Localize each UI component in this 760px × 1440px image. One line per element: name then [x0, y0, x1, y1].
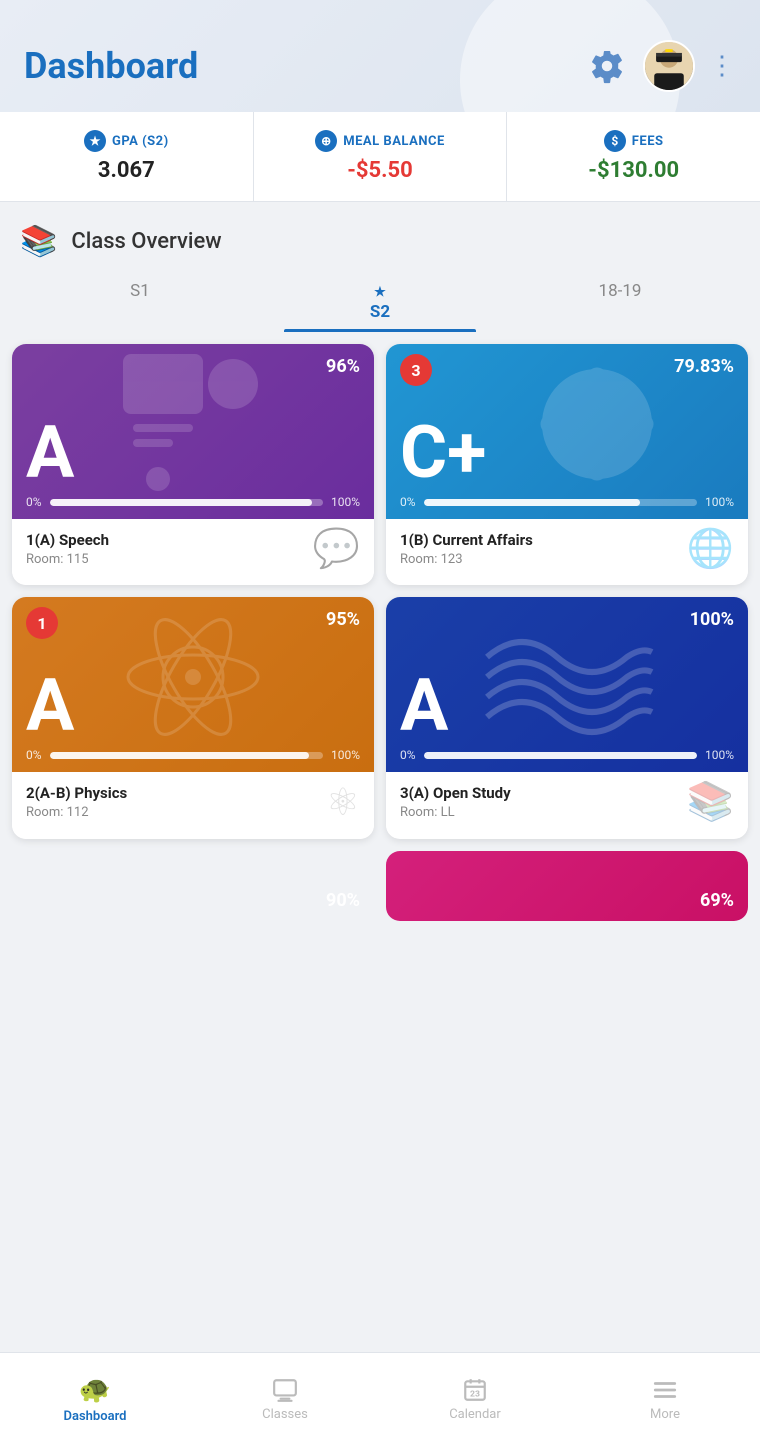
- settings-button[interactable]: [585, 44, 629, 88]
- avatar[interactable]: [643, 40, 695, 92]
- speech-class-name: 1(A) Speech: [26, 531, 109, 549]
- current-affairs-card-top: 79.83% 3 C+ 0% 100%: [386, 344, 748, 519]
- peek-card-1-percent: 90%: [326, 890, 360, 911]
- gpa-stat[interactable]: ★ GPA (S2) 3.067: [0, 112, 254, 201]
- class-card-grid: 96% A 0% 100% 1(A) Speech Room: 115 💬: [0, 340, 760, 851]
- header: Dashboard ⋮: [0, 0, 760, 112]
- meal-value: -$5.50: [347, 158, 413, 183]
- physics-subject-icon: ⚛: [326, 780, 360, 825]
- current-affairs-percent: 79.83%: [674, 356, 734, 377]
- gpa-label-row: ★ GPA (S2): [84, 130, 169, 152]
- class-overview-section: 📚 Class Overview: [0, 202, 760, 269]
- current-affairs-card[interactable]: 79.83% 3 C+ 0% 100% 1(B) Current Affairs…: [386, 344, 748, 585]
- avatar-image: [645, 42, 693, 90]
- open-study-card-bottom: 3(A) Open Study Room: LL 📚: [386, 772, 748, 838]
- physics-bg-pattern: [12, 597, 374, 772]
- nav-more[interactable]: More: [570, 1371, 760, 1422]
- page-title: Dashboard: [24, 45, 198, 87]
- speech-info: 1(A) Speech Room: 115: [26, 531, 109, 567]
- fees-icon: $: [604, 130, 626, 152]
- svg-text:23: 23: [470, 1390, 480, 1400]
- physics-class-name: 2(A-B) Physics: [26, 784, 127, 802]
- physics-room: Room: 112: [26, 805, 127, 820]
- classes-nav-label: Classes: [262, 1407, 308, 1422]
- speech-subject-icon: 💬: [313, 527, 360, 571]
- gpa-value: 3.067: [98, 158, 155, 183]
- books-icon: 📚: [20, 224, 57, 259]
- speech-percent: 96%: [326, 356, 360, 377]
- speech-bg-pattern: [12, 344, 374, 519]
- peek-card-1[interactable]: 90%: [12, 851, 374, 921]
- calendar-nav-label: Calendar: [449, 1407, 501, 1422]
- more-options-button[interactable]: ⋮: [709, 53, 736, 79]
- bottom-navigation: 🐢 Dashboard Classes 23 Calendar More: [0, 1352, 760, 1440]
- header-icons: ⋮: [585, 40, 736, 92]
- calendar-nav-icon: 23: [462, 1377, 488, 1403]
- tab-s2[interactable]: ★ S2: [260, 269, 500, 332]
- peek-card-2-percent: 69%: [700, 890, 734, 911]
- physics-card-top: 95% 1 A 0% 100%: [12, 597, 374, 772]
- more-nav-label: More: [650, 1407, 680, 1422]
- meal-balance-stat[interactable]: ⊕ MEAL BALANCE -$5.50: [254, 112, 508, 201]
- current-affairs-card-bottom: 1(B) Current Affairs Room: 123 🌐: [386, 519, 748, 585]
- avatar-svg: [645, 40, 693, 90]
- fees-label: FEES: [632, 134, 664, 149]
- fees-stat[interactable]: $ FEES -$130.00: [507, 112, 760, 201]
- nav-dashboard[interactable]: 🐢 Dashboard: [0, 1369, 190, 1424]
- physics-card[interactable]: 95% 1 A 0% 100% 2(A-B) Physics Room: 112…: [12, 597, 374, 839]
- os-room: Room: LL: [400, 805, 511, 820]
- gpa-label: GPA (S2): [112, 134, 169, 149]
- os-subject-icon: 📚: [687, 780, 734, 824]
- nav-calendar[interactable]: 23 Calendar: [380, 1371, 570, 1422]
- fees-label-row: $ FEES: [604, 130, 664, 152]
- peek-card-2[interactable]: 69%: [386, 851, 748, 921]
- more-nav-icon: [652, 1377, 678, 1403]
- speech-card[interactable]: 96% A 0% 100% 1(A) Speech Room: 115 💬: [12, 344, 374, 585]
- peek-card-row: 90% 69%: [0, 851, 760, 1021]
- meal-label: MEAL BALANCE: [343, 134, 445, 149]
- speech-card-top: 96% A 0% 100%: [12, 344, 374, 519]
- physics-percent: 95%: [326, 609, 360, 630]
- speech-card-bottom: 1(A) Speech Room: 115 💬: [12, 519, 374, 585]
- ca-class-name: 1(B) Current Affairs: [400, 531, 533, 549]
- physics-badge: 1: [26, 607, 58, 639]
- gpa-icon: ★: [84, 130, 106, 152]
- section-title: Class Overview: [71, 229, 221, 254]
- dashboard-nav-label: Dashboard: [64, 1409, 127, 1424]
- os-info: 3(A) Open Study Room: LL: [400, 784, 511, 820]
- open-study-card[interactable]: 100% A 0% 100% 3(A) Open Study Room: LL …: [386, 597, 748, 839]
- speech-room: Room: 115: [26, 552, 109, 567]
- physics-info: 2(A-B) Physics Room: 112: [26, 784, 127, 820]
- open-study-percent: 100%: [690, 609, 734, 630]
- ca-room: Room: 123: [400, 552, 533, 567]
- meal-label-row: ⊕ MEAL BALANCE: [315, 130, 445, 152]
- physics-card-bottom: 2(A-B) Physics Room: 112 ⚛: [12, 772, 374, 839]
- ca-subject-icon: 🌐: [687, 527, 734, 571]
- tab-18-19[interactable]: 18-19: [500, 269, 740, 332]
- open-study-card-top: 100% A 0% 100%: [386, 597, 748, 772]
- current-affairs-badge: 3: [400, 354, 432, 386]
- semester-tabs: S1 ★ S2 18-19: [0, 269, 760, 332]
- stats-bar: ★ GPA (S2) 3.067 ⊕ MEAL BALANCE -$5.50 $…: [0, 112, 760, 202]
- meal-icon: ⊕: [315, 130, 337, 152]
- classes-nav-icon: [272, 1377, 298, 1403]
- dashboard-nav-icon: 🐢: [79, 1375, 111, 1405]
- tab-s2-star: ★: [374, 285, 386, 300]
- nav-classes[interactable]: Classes: [190, 1371, 380, 1422]
- os-class-name: 3(A) Open Study: [400, 784, 511, 802]
- ca-info: 1(B) Current Affairs Room: 123: [400, 531, 533, 567]
- tab-s1[interactable]: S1: [20, 269, 260, 332]
- gear-icon: [589, 48, 625, 84]
- fees-value: -$130.00: [588, 158, 679, 183]
